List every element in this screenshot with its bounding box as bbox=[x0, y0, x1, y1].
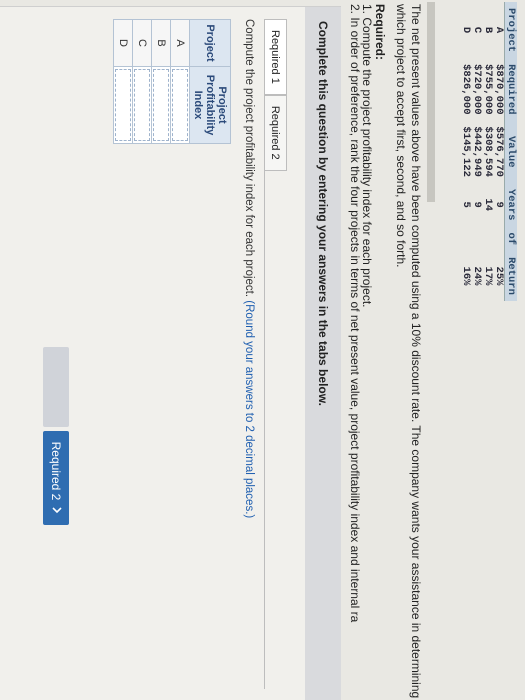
pi-header-project: Project bbox=[189, 19, 231, 67]
table-header-row: Project Required Value Years of Return bbox=[504, 2, 517, 301]
next-tab-button[interactable]: Required 2 bbox=[43, 431, 69, 525]
cell bbox=[482, 226, 493, 251]
tab-divider bbox=[264, 19, 265, 689]
pi-row-label: C bbox=[132, 19, 152, 67]
instruction-main: Compute the project profitability index … bbox=[243, 19, 255, 298]
table-row: C bbox=[132, 19, 152, 144]
cell: $442,949 bbox=[471, 126, 483, 177]
table-row: A bbox=[170, 19, 190, 144]
header-value: Value bbox=[504, 120, 517, 183]
cell: $576,770 bbox=[493, 126, 505, 177]
instruction-note: (Round your answers to 2 decimal places.… bbox=[243, 300, 255, 519]
cell: 9 bbox=[471, 201, 483, 208]
profitability-index-table: Project Project Profitability Index A B … bbox=[113, 19, 231, 144]
intro-paragraph: The net present values above have been c… bbox=[394, 4, 423, 699]
cell bbox=[460, 226, 471, 251]
header-return: Return bbox=[504, 251, 517, 301]
pi-row-label: B bbox=[151, 19, 171, 67]
pi-header-row: Project Project Profitability Index bbox=[189, 19, 231, 144]
header-of: of bbox=[504, 226, 517, 252]
pi-input-b[interactable] bbox=[153, 69, 169, 141]
header-required: Required bbox=[504, 58, 517, 121]
cell: A bbox=[493, 26, 505, 34]
cell: 16% bbox=[460, 266, 472, 286]
table-row: B bbox=[151, 19, 171, 144]
cell: D bbox=[460, 26, 472, 34]
cell: 5 bbox=[460, 201, 472, 208]
required-title: Required: bbox=[373, 4, 387, 61]
cell: $145,122 bbox=[460, 126, 472, 177]
cell: 14 bbox=[482, 198, 494, 212]
cell: B bbox=[482, 26, 494, 34]
cell bbox=[471, 226, 482, 251]
pi-input-cell bbox=[170, 66, 190, 144]
cell: $826,000 bbox=[460, 64, 472, 115]
table-row: D $826,000 $145,122 5 16% bbox=[460, 2, 472, 301]
table-row: B $755,000 $308,594 14 17% bbox=[482, 2, 494, 301]
tab-required-1[interactable]: Required 1 bbox=[264, 19, 287, 95]
pi-row-label: A bbox=[170, 19, 190, 67]
complete-instructions-bar: Complete this question by entering your … bbox=[305, 7, 341, 700]
cell: 17% bbox=[482, 266, 494, 286]
table-row: A $870,000 $576,770 9 25% bbox=[493, 2, 505, 301]
next-tab-label: Required 2 bbox=[49, 441, 63, 501]
cell: 9 bbox=[493, 201, 505, 208]
pi-input-cell bbox=[151, 66, 171, 144]
header-project: Project bbox=[504, 2, 517, 59]
answer-panel: Complete this question by entering your … bbox=[0, 6, 341, 700]
project-data-table: Project Required Value Years of Return A… bbox=[460, 2, 517, 301]
complete-instructions-text: Complete this question by entering your … bbox=[316, 21, 330, 406]
cell: C bbox=[471, 26, 483, 34]
cell: 25% bbox=[493, 266, 505, 286]
cell: 24% bbox=[471, 266, 483, 286]
tab-instruction: Compute the project profitability index … bbox=[243, 19, 255, 518]
cell: $755,000 bbox=[482, 64, 494, 115]
header-years: Years bbox=[504, 182, 517, 227]
prev-tab-button[interactable] bbox=[43, 347, 69, 427]
pi-input-d[interactable] bbox=[115, 69, 131, 141]
cell: $308,594 bbox=[482, 126, 494, 177]
pi-header-index: Project Profitability Index bbox=[189, 66, 231, 144]
pi-input-cell bbox=[132, 66, 152, 144]
pi-row-label: D bbox=[113, 19, 133, 67]
required-item-2: 2. In order of preference, rank the four… bbox=[348, 4, 362, 623]
screen: Project Required Value Years of Return A… bbox=[0, 0, 525, 700]
cell: $870,000 bbox=[493, 64, 505, 115]
required-item-1: 1. Compute the project profitability ind… bbox=[360, 4, 374, 308]
table-bottom-rule bbox=[427, 2, 435, 202]
table-row: C $720,000 $442,949 9 24% bbox=[471, 2, 483, 301]
pi-input-c[interactable] bbox=[134, 69, 150, 141]
chevron-right-icon bbox=[49, 506, 63, 514]
tab-row: Required 1 Required 2 bbox=[264, 19, 287, 171]
pi-input-a[interactable] bbox=[172, 69, 188, 141]
pi-input-cell bbox=[113, 66, 133, 144]
table-row: D bbox=[113, 19, 133, 144]
tab-required-2[interactable]: Required 2 bbox=[264, 94, 287, 171]
cell: $720,000 bbox=[471, 64, 483, 115]
cell bbox=[493, 226, 505, 251]
